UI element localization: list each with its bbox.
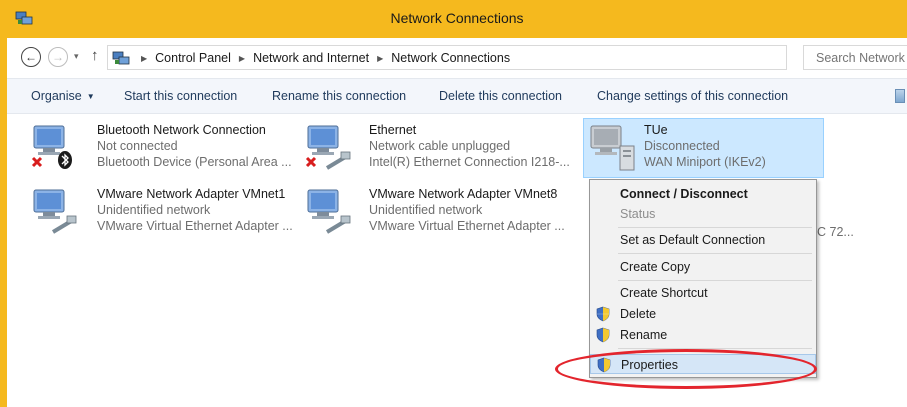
connection-ethernet[interactable]: Ethernet Network cable unplugged Intel(R… <box>303 122 570 180</box>
search-input[interactable] <box>804 46 907 69</box>
organise-label: Organise <box>31 89 82 103</box>
connection-name: TUe <box>644 123 668 137</box>
search-box[interactable] <box>803 45 907 70</box>
up-arrow-icon[interactable]: ↑ <box>91 47 99 64</box>
annotation-highlight-ellipse <box>555 349 817 389</box>
breadcrumb-network-connections[interactable]: Network Connections <box>391 51 510 65</box>
menu-separator <box>618 280 812 281</box>
change-settings-button[interactable]: Change settings of this connection <box>597 89 788 103</box>
breadcrumb-separator-icon[interactable]: ▶ <box>239 54 245 63</box>
connection-device: Intel(R) Ethernet Connection I218-... <box>369 155 570 169</box>
menu-item-label: Create Copy <box>620 260 691 274</box>
forward-arrow-icon: → <box>52 50 64 64</box>
menu-item-create-copy[interactable]: Create Copy <box>590 257 816 277</box>
back-button[interactable]: ← <box>21 47 41 67</box>
address-row: ← → ▾ ↑ ▶ Control Panel ▶ Network and In… <box>7 38 907 76</box>
connection-status: Unidentified network <box>369 203 483 217</box>
connection-tue[interactable]: TUe Disconnected WAN Miniport (IKEv2) <box>583 118 824 178</box>
organise-dropdown-icon: ▼ <box>86 92 95 102</box>
organise-button[interactable]: Organise ▼ <box>31 89 95 103</box>
rename-connection-button[interactable]: Rename this connection <box>272 89 406 103</box>
connection-status: Network cable unplugged <box>369 139 511 153</box>
connection-text: VMware Network Adapter VMnet8 Unidentifi… <box>369 186 565 234</box>
obscured-connection-text: C 72... <box>817 225 854 239</box>
command-bar: Organise ▼ Start this connection Rename t… <box>7 78 907 114</box>
menu-item-connect-disconnect[interactable]: Connect / Disconnect <box>590 184 816 204</box>
bluetooth-network-icon <box>31 125 72 169</box>
connection-status: Not connected <box>97 139 178 153</box>
network-folder-icon <box>112 51 130 65</box>
menu-item-set-default[interactable]: Set as Default Connection <box>590 230 816 250</box>
connection-device: WAN Miniport (IKEv2) <box>644 155 766 169</box>
vpn-network-icon <box>590 125 635 171</box>
connection-name: Bluetooth Network Connection <box>97 123 266 137</box>
breadcrumb-separator-icon[interactable]: ▶ <box>377 54 383 63</box>
menu-item-label: Set as Default Connection <box>620 233 766 247</box>
menu-item-label: Create Shortcut <box>620 286 708 300</box>
connection-vmnet8[interactable]: VMware Network Adapter VMnet8 Unidentifi… <box>303 186 565 244</box>
connection-text: Ethernet Network cable unplugged Intel(R… <box>369 122 570 170</box>
menu-item-label: Delete <box>620 307 657 321</box>
connection-status: Unidentified network <box>97 203 211 217</box>
connection-text: VMware Network Adapter VMnet1 Unidentifi… <box>97 186 293 234</box>
breadcrumb-separator-icon[interactable]: ▶ <box>141 54 147 63</box>
uac-shield-icon <box>596 306 610 322</box>
context-menu: Connect / Disconnect Status Set as Defau… <box>589 179 817 378</box>
vmware-network-icon <box>33 189 77 234</box>
explorer-window: Network Connections ← → ▾ ↑ ▶ Control Pa… <box>0 0 907 407</box>
connection-bluetooth[interactable]: Bluetooth Network Connection Not connect… <box>29 122 292 180</box>
breadcrumb-control-panel[interactable]: Control Panel <box>155 51 231 65</box>
vmware-network-icon <box>307 189 351 234</box>
connection-device: Bluetooth Device (Personal Area ... <box>97 155 292 169</box>
back-arrow-icon: ← <box>25 50 37 64</box>
menu-item-delete[interactable]: Delete <box>590 304 816 324</box>
menu-item-rename[interactable]: Rename <box>590 325 816 345</box>
connection-vmnet1[interactable]: VMware Network Adapter VMnet1 Unidentifi… <box>29 186 293 244</box>
uac-shield-icon <box>596 327 610 343</box>
connection-device: VMware Virtual Ethernet Adapter ... <box>97 219 293 233</box>
title-bar[interactable]: Network Connections <box>7 0 907 38</box>
forward-button[interactable]: → <box>48 47 68 67</box>
connection-name: VMware Network Adapter VMnet8 <box>369 187 558 201</box>
connection-text: TUe Disconnected WAN Miniport (IKEv2) <box>644 122 766 170</box>
connection-status: Disconnected <box>644 139 720 153</box>
menu-item-label: Connect / Disconnect <box>620 187 748 201</box>
delete-connection-button[interactable]: Delete this connection <box>439 89 562 103</box>
connection-name: Ethernet <box>369 123 417 137</box>
menu-item-status[interactable]: Status <box>590 204 816 224</box>
menu-item-create-shortcut[interactable]: Create Shortcut <box>590 283 816 303</box>
menu-item-label: Status <box>620 207 656 221</box>
connection-device: VMware Virtual Ethernet Adapter ... <box>369 219 565 233</box>
window-title: Network Connections <box>390 10 524 26</box>
recent-locations-chevron-icon[interactable]: ▾ <box>74 51 79 62</box>
menu-separator <box>618 227 812 228</box>
ethernet-network-icon <box>305 125 351 170</box>
connection-text: Bluetooth Network Connection Not connect… <box>97 122 292 170</box>
menu-item-label: Rename <box>620 328 668 342</box>
breadcrumb: ▶ Control Panel ▶ Network and Internet ▶… <box>133 51 510 65</box>
start-connection-button[interactable]: Start this connection <box>124 89 237 103</box>
address-bar[interactable]: ▶ Control Panel ▶ Network and Internet ▶… <box>107 45 868 70</box>
menu-separator <box>618 253 812 254</box>
breadcrumb-network-and-internet[interactable]: Network and Internet <box>253 51 369 65</box>
connection-name: VMware Network Adapter VMnet1 <box>97 187 286 201</box>
view-options-icon[interactable] <box>895 89 905 103</box>
